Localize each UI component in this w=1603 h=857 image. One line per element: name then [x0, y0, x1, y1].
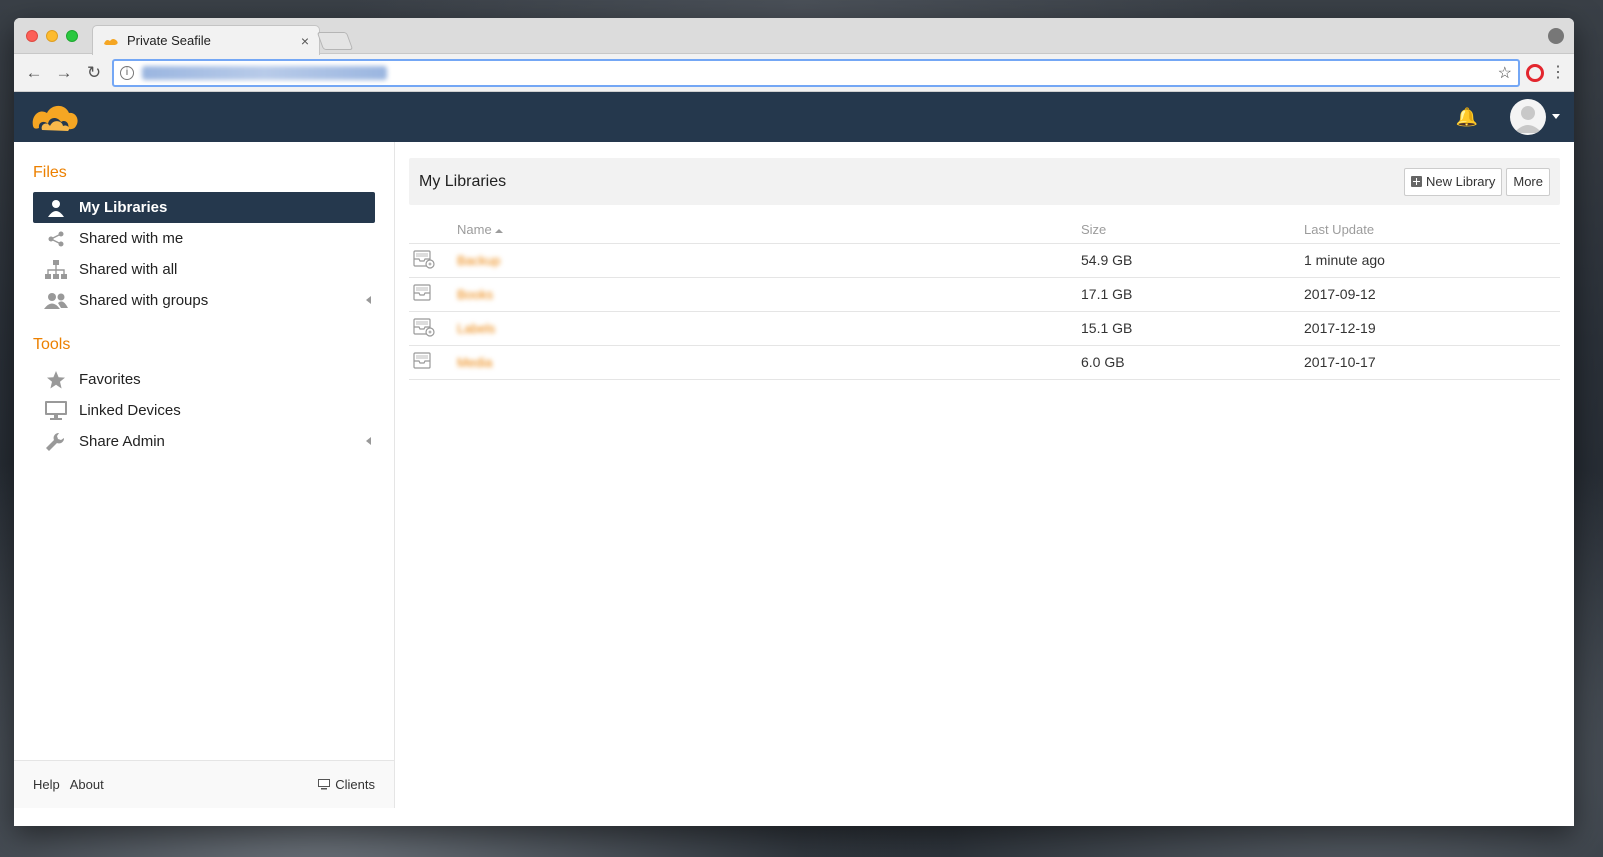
column-header-last-update: Last Update	[1304, 217, 1560, 244]
sidebar-item-my-libraries[interactable]: My Libraries	[33, 192, 375, 223]
address-url	[142, 65, 387, 80]
window-close-button[interactable]	[26, 30, 38, 42]
group-icon	[43, 292, 69, 310]
library-last-update: 2017-10-17	[1304, 345, 1560, 380]
page-title: My Libraries	[419, 172, 507, 190]
library-last-update: 2017-12-19	[1304, 311, 1560, 346]
sidebar-item-shared-with-groups[interactable]: Shared with groups	[33, 285, 375, 316]
new-library-label: New Library	[1426, 174, 1496, 189]
table-row[interactable]: Books 17.1 GB 2017-09-12	[409, 277, 1560, 312]
tab-close-icon[interactable]: ×	[301, 33, 309, 49]
seafile-favicon-icon	[104, 38, 118, 45]
library-encrypted-icon	[413, 249, 435, 269]
site-info-icon[interactable]: i	[120, 65, 134, 80]
avatar[interactable]	[1510, 99, 1546, 135]
sidebar-item-label: Favorites	[79, 371, 141, 388]
browser-titlebar: Private Seafile ×	[14, 18, 1574, 55]
new-tab-button[interactable]	[316, 32, 354, 50]
monitor-icon	[43, 400, 69, 421]
share-icon	[43, 230, 69, 248]
star-icon	[43, 370, 69, 390]
tab-title: Private Seafile	[127, 33, 211, 48]
sidebar-item-share-admin[interactable]: Share Admin	[33, 426, 375, 457]
table-row[interactable]: Media 6.0 GB 2017-10-17	[409, 345, 1560, 380]
library-icon	[413, 283, 431, 301]
column-header-name[interactable]: Name	[457, 217, 1081, 244]
library-last-update: 2017-09-12	[1304, 277, 1560, 312]
library-name-link[interactable]: Books	[457, 287, 493, 302]
sidebar-item-label: Shared with all	[79, 261, 178, 278]
about-link[interactable]: About	[70, 777, 104, 792]
address-bar[interactable]: i ☆	[112, 58, 1520, 87]
library-name-link[interactable]: Media	[457, 355, 492, 370]
tools-heading: Tools	[33, 336, 71, 353]
sidebar-item-shared-with-me[interactable]: Shared with me	[33, 223, 375, 254]
library-size: 15.1 GB	[1081, 311, 1304, 346]
sidebar-footer: Help About Clients	[14, 760, 394, 808]
more-button[interactable]: More	[1506, 167, 1550, 196]
wrench-icon	[43, 431, 69, 453]
notification-bell-icon[interactable]: 🔔	[1456, 107, 1478, 128]
expand-caret-icon[interactable]	[366, 296, 371, 304]
reload-icon[interactable]: ↻	[82, 61, 106, 85]
sidebar-item-linked-devices[interactable]: Linked Devices	[33, 395, 375, 426]
plus-square-icon	[1411, 176, 1423, 187]
sidebar-item-shared-with-all[interactable]: Shared with all	[33, 254, 375, 285]
app-header: 🔔	[14, 92, 1574, 142]
bookmark-star-icon[interactable]: ☆	[1498, 63, 1512, 83]
window-maximize-button[interactable]	[66, 30, 78, 42]
sidebar-item-label: Shared with groups	[79, 292, 209, 309]
browser-profile-icon[interactable]	[1548, 28, 1564, 44]
expand-caret-icon[interactable]	[366, 437, 371, 445]
avatar-dropdown-caret-icon[interactable]	[1552, 114, 1560, 119]
org-chart-icon	[43, 259, 69, 280]
library-name-link[interactable]: Backup	[457, 253, 500, 268]
browser-menu-icon[interactable]: ⋮	[1550, 64, 1566, 81]
clients-link[interactable]: Clients	[318, 777, 375, 792]
new-library-button[interactable]: New Library	[1404, 167, 1503, 196]
clients-label: Clients	[335, 777, 375, 792]
browser-window: Private Seafile × ← → ↻ i ☆ ⋮ 🔔 Files My…	[14, 18, 1574, 826]
sidebar-item-label: Linked Devices	[79, 402, 181, 419]
library-icon	[413, 351, 431, 369]
opera-extension-icon[interactable]	[1526, 63, 1544, 82]
seafile-logo[interactable]	[30, 100, 80, 134]
seafile-logo-icon	[32, 105, 78, 131]
library-encrypted-icon	[413, 317, 435, 337]
sidebar-item-label: My Libraries	[79, 199, 168, 216]
library-size: 17.1 GB	[1081, 277, 1304, 312]
monitor-icon	[318, 779, 331, 790]
sidebar-item-favorites[interactable]: Favorites	[33, 364, 375, 395]
libraries-table: Name Size Last Update Backup 54.9 GB 1 min…	[409, 217, 1560, 380]
library-last-update: 1 minute ago	[1304, 243, 1560, 278]
table-row[interactable]: Labels 15.1 GB 2017-12-19	[409, 311, 1560, 346]
window-minimize-button[interactable]	[46, 30, 58, 42]
forward-arrow-icon[interactable]: →	[52, 61, 76, 85]
help-link[interactable]: Help	[33, 777, 60, 792]
sidebar-item-label: Shared with me	[79, 230, 184, 247]
main-content: My Libraries New Library More Name Size …	[395, 142, 1574, 808]
table-row[interactable]: Backup 54.9 GB 1 minute ago	[409, 243, 1560, 278]
user-icon	[43, 199, 69, 217]
library-name-link[interactable]: Labels	[457, 321, 495, 336]
files-heading: Files	[33, 164, 67, 181]
library-size: 6.0 GB	[1081, 345, 1304, 380]
libraries-panel-header: My Libraries New Library More	[409, 158, 1560, 205]
browser-toolbar: ← → ↻ i ☆ ⋮	[14, 54, 1574, 92]
sidebar: Files My Libraries Shared with me Shared…	[14, 142, 395, 808]
sort-ascending-icon	[494, 228, 503, 233]
sidebar-item-label: Share Admin	[79, 433, 165, 450]
back-arrow-icon[interactable]: ←	[22, 61, 46, 85]
library-size: 54.9 GB	[1081, 243, 1304, 278]
browser-tab[interactable]: Private Seafile ×	[92, 25, 320, 55]
column-header-size: Size	[1081, 217, 1304, 244]
